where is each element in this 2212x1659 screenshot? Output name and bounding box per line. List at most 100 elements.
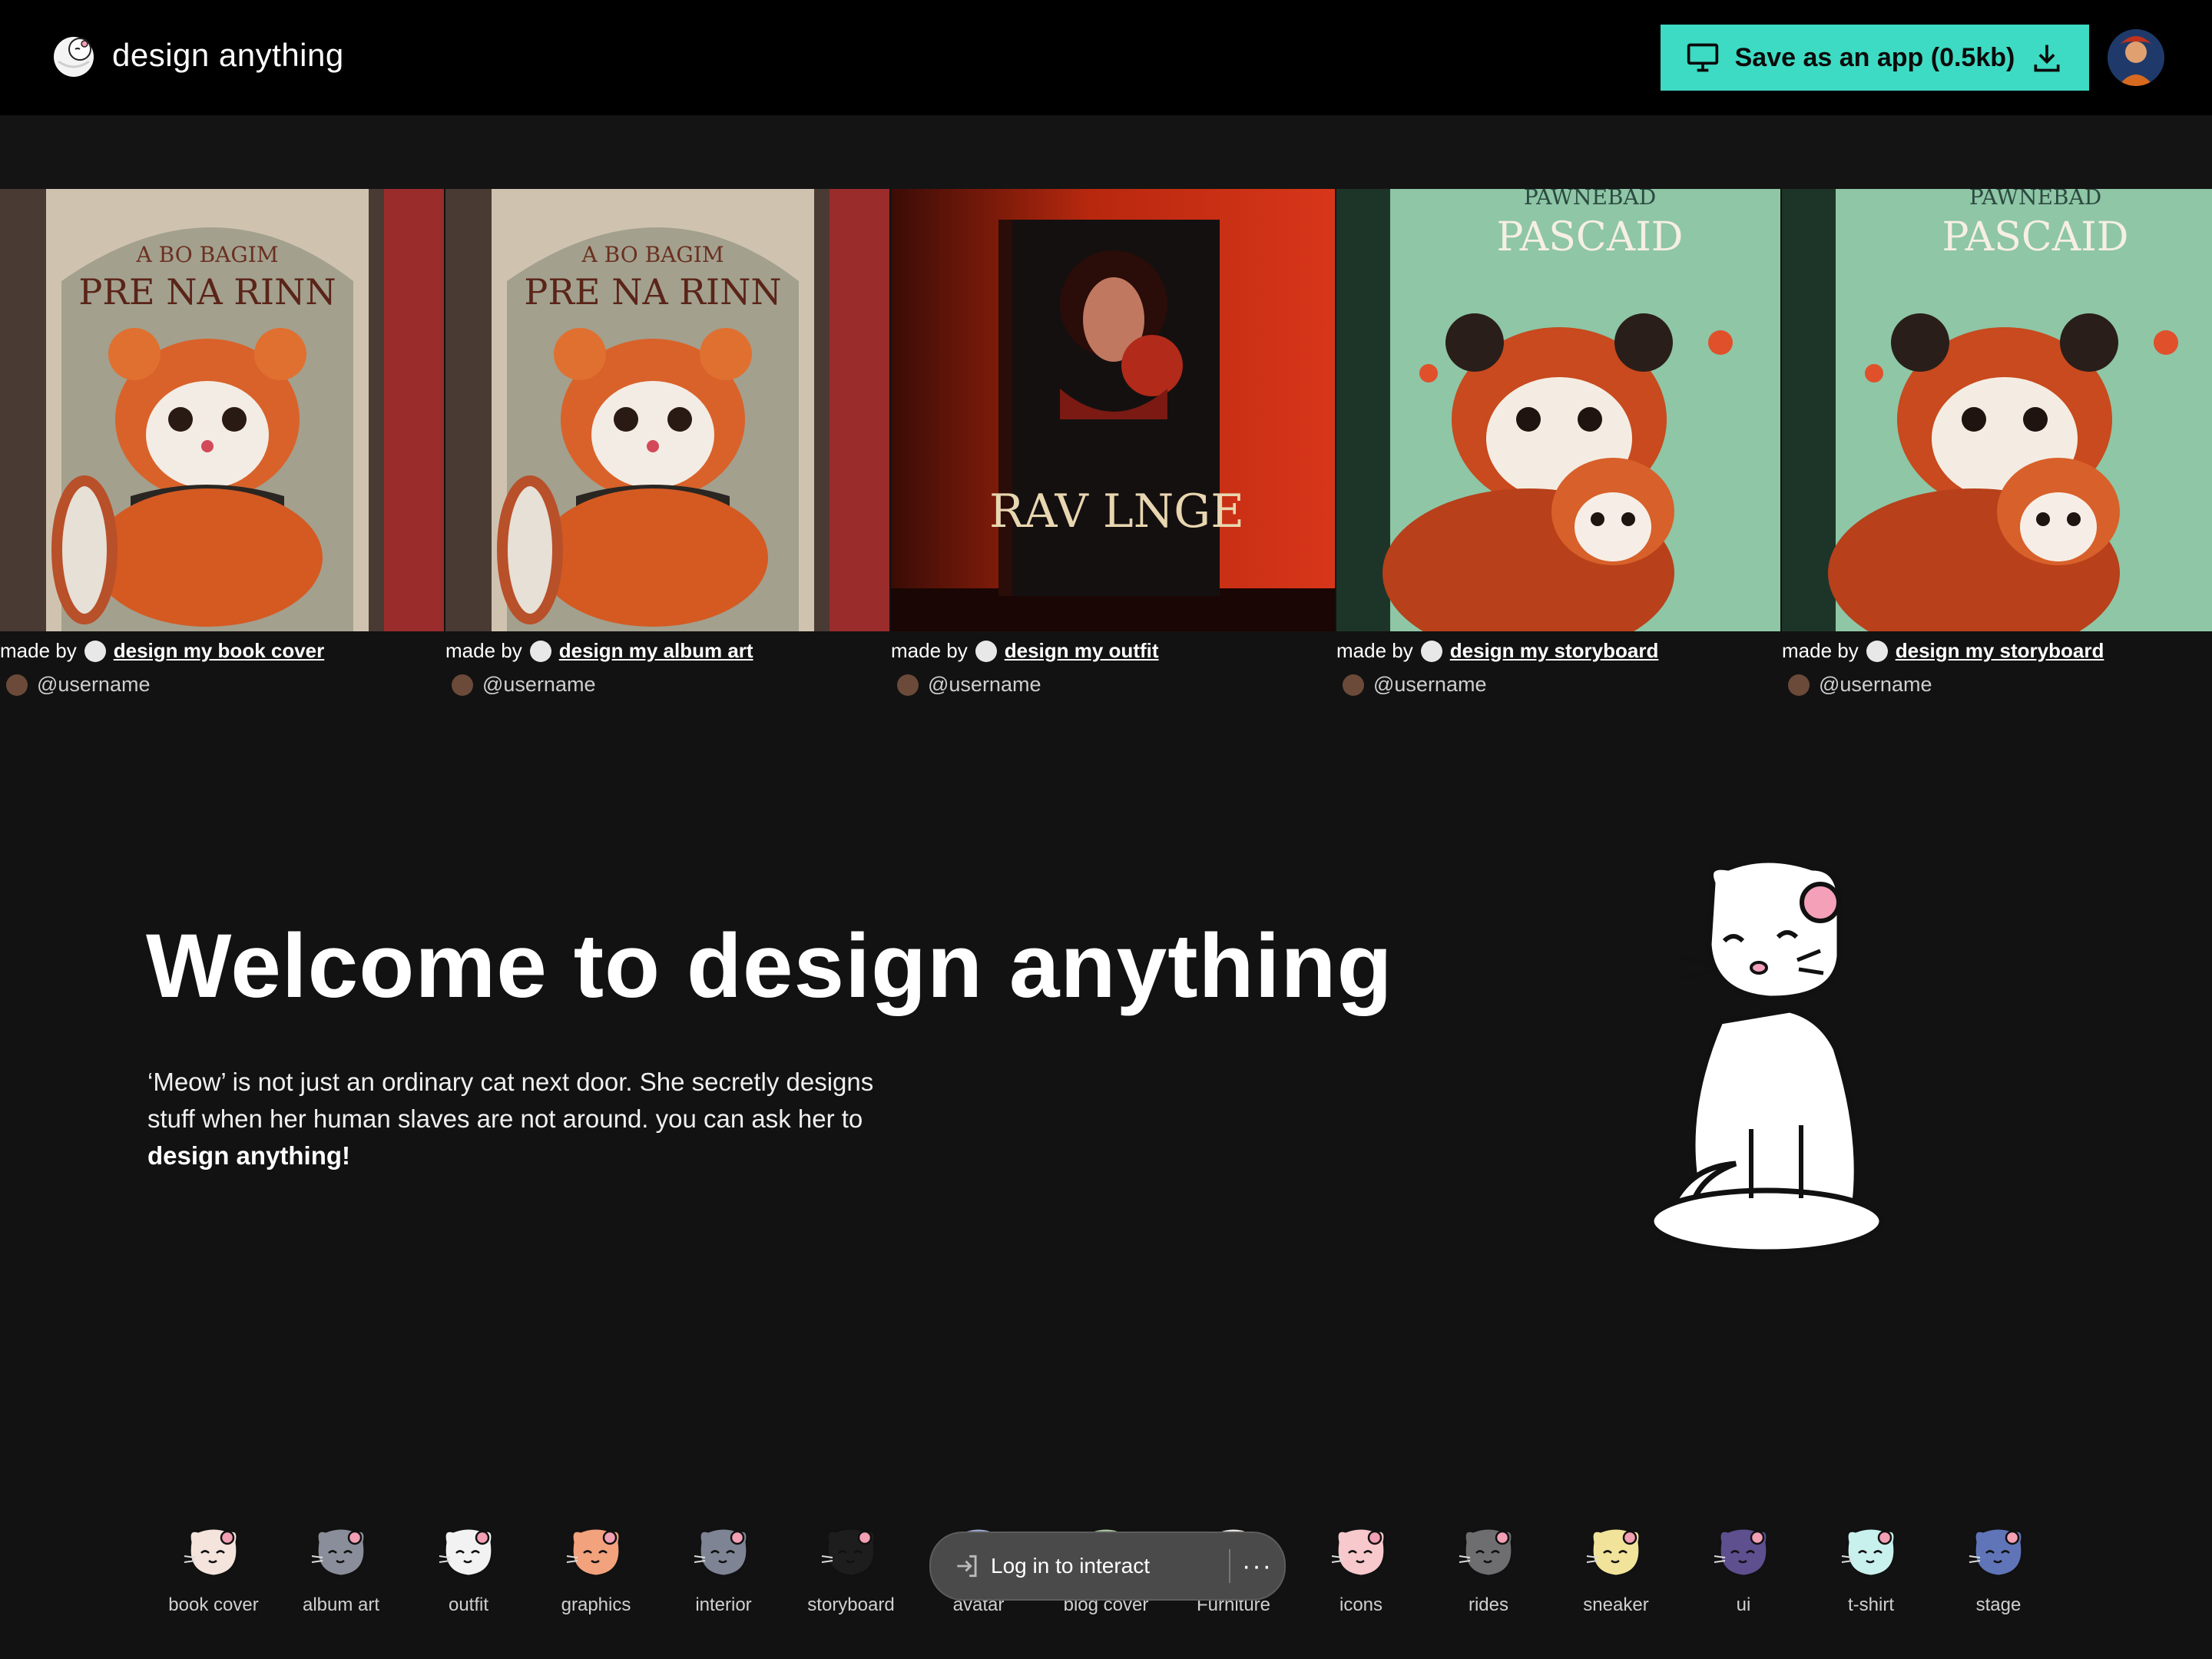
author-line: @username <box>1788 673 1932 697</box>
made-by-label: made by <box>0 639 77 662</box>
category-item[interactable]: stage <box>1935 1505 2062 1616</box>
username[interactable]: @username <box>1373 673 1486 697</box>
gallery-thumbnail[interactable]: PAWNEBAD PASCAID <box>1336 189 1780 631</box>
category-label: outfit <box>448 1594 489 1615</box>
category-label: album art <box>302 1594 380 1615</box>
author-line: @username <box>1343 673 1486 697</box>
cat-face-icon <box>1714 1527 1769 1578</box>
username[interactable]: @username <box>37 673 150 697</box>
user-avatar-icon <box>452 674 473 696</box>
red-panda-storyboard-image: PAWNEBAD PASCAID <box>1782 189 2212 631</box>
category-label: sneaker <box>1583 1594 1649 1615</box>
brand-name: design anything <box>112 37 344 73</box>
hero-description-text: ‘Meow’ is not just an ordinary cat next … <box>147 1068 874 1133</box>
cat-face-icon <box>1841 1527 1896 1578</box>
app-link[interactable]: design my storyboard <box>1896 639 2104 663</box>
login-overlay: Log in to interact ··· <box>929 1532 1286 1601</box>
svg-text:A BO BAGIM: A BO BAGIM <box>581 242 724 267</box>
log-in-button[interactable]: Log in to interact <box>931 1533 1229 1599</box>
made-by-label: made by <box>1336 639 1413 662</box>
category-label: icons <box>1339 1594 1383 1615</box>
made-by-label: made by <box>1782 639 1859 662</box>
brand[interactable]: design anything <box>49 31 344 80</box>
red-panda-album-image: A BO BAGIM PRE NA RINN <box>445 189 889 631</box>
save-as-app-label: Save as an app (0.5kb) <box>1734 42 2015 72</box>
svg-text:PAWNEBAD: PAWNEBAD <box>1969 189 2101 210</box>
gallery-card[interactable]: A BO BAGIM PRE NA RINN made by design my… <box>0 189 444 727</box>
meow-cat-illustration <box>1648 860 1885 1255</box>
gallery-card[interactable]: PAWNEBAD PASCAID made by design my story… <box>1782 189 2212 727</box>
made-by-line: made by design my outfit <box>891 639 1159 663</box>
app-cat-icon <box>975 640 997 662</box>
category-item[interactable]: book cover <box>150 1505 277 1616</box>
gallery-card[interactable]: RAV LNGE made by design my outfit @usern… <box>891 189 1335 727</box>
cat-face-icon <box>566 1527 621 1578</box>
svg-text:PAWNEBAD: PAWNEBAD <box>1524 189 1656 210</box>
svg-text:PASCAID: PASCAID <box>1497 214 1684 260</box>
gallery-card[interactable]: PAWNEBAD PASCAID made by design my story… <box>1336 189 1780 727</box>
username[interactable]: @username <box>1819 673 1932 697</box>
hero-description: ‘Meow’ is not just an ordinary cat next … <box>147 1064 923 1174</box>
more-options-button[interactable]: ··· <box>1230 1551 1284 1581</box>
cat-face-icon <box>184 1527 239 1578</box>
download-icon <box>2034 45 2060 72</box>
gallery-card[interactable]: A BO BAGIM PRE NA RINN made by design my… <box>445 189 889 727</box>
monitor-icon <box>1687 43 1718 72</box>
avatar-image <box>2108 29 2164 86</box>
cat-face-icon <box>311 1527 366 1578</box>
dark-book-outfit-image: RAV LNGE <box>891 189 1335 631</box>
made-by-line: made by design my storyboard <box>1782 639 2104 663</box>
gallery-thumbnail[interactable]: PAWNEBAD PASCAID <box>1782 189 2212 631</box>
cat-face-icon <box>821 1527 876 1578</box>
gallery-thumbnail[interactable]: A BO BAGIM PRE NA RINN <box>0 189 444 631</box>
gallery-thumbnail[interactable]: RAV LNGE <box>891 189 1335 631</box>
category-item[interactable]: sneaker <box>1552 1505 1680 1616</box>
user-avatar[interactable] <box>2108 29 2164 86</box>
app-link[interactable]: design my album art <box>559 639 753 663</box>
category-label: t-shirt <box>1848 1594 1894 1615</box>
svg-text:A BO BAGIM: A BO BAGIM <box>136 242 279 267</box>
category-label: book cover <box>168 1594 259 1615</box>
user-avatar-icon <box>1343 674 1364 696</box>
category-item[interactable]: icons <box>1297 1505 1425 1616</box>
svg-text:PRE NA RINN: PRE NA RINN <box>524 271 781 313</box>
category-item[interactable]: interior <box>660 1505 787 1616</box>
user-avatar-icon <box>897 674 919 696</box>
app-cat-icon <box>1866 640 1888 662</box>
category-item[interactable]: graphics <box>532 1505 660 1616</box>
category-item[interactable]: ui <box>1680 1505 1807 1616</box>
app-cat-icon <box>529 640 551 662</box>
log-in-label: Log in to interact <box>991 1554 1151 1578</box>
category-label: stage <box>1975 1594 2022 1615</box>
red-panda-book-image: A BO BAGIM PRE NA RINN <box>0 189 444 631</box>
gallery-thumbnail[interactable]: A BO BAGIM PRE NA RINN <box>445 189 889 631</box>
save-as-app-button[interactable]: Save as an app (0.5kb) <box>1661 25 2089 91</box>
author-line: @username <box>452 673 595 697</box>
category-item[interactable]: t-shirt <box>1807 1505 1935 1616</box>
username[interactable]: @username <box>482 673 595 697</box>
app-link[interactable]: design my book cover <box>114 639 325 663</box>
header-spacer <box>0 115 2212 189</box>
made-by-line: made by design my album art <box>445 639 753 663</box>
svg-text:PASCAID: PASCAID <box>1942 214 2129 260</box>
category-item[interactable]: album art <box>277 1505 405 1616</box>
category-item[interactable]: outfit <box>405 1505 532 1616</box>
cat-face-icon <box>1969 1527 2024 1578</box>
author-line: @username <box>6 673 150 697</box>
cat-face-icon <box>1459 1527 1514 1578</box>
cat-face-icon <box>1331 1527 1386 1578</box>
app-link[interactable]: design my storyboard <box>1450 639 1659 663</box>
made-by-label: made by <box>445 639 522 662</box>
username[interactable]: @username <box>928 673 1041 697</box>
category-label: graphics <box>561 1594 631 1615</box>
svg-text:RAV LNGE: RAV LNGE <box>989 485 1244 538</box>
hero-description-bold: design anything! <box>147 1141 350 1170</box>
category-label: rides <box>1468 1594 1509 1615</box>
red-panda-storyboard-image: PAWNEBAD PASCAID <box>1336 189 1780 631</box>
app-cat-icon <box>1420 640 1442 662</box>
app-link[interactable]: design my outfit <box>1005 639 1159 663</box>
category-item[interactable]: rides <box>1425 1505 1552 1616</box>
made-by-line: made by design my storyboard <box>1336 639 1658 663</box>
category-item[interactable]: storyboard <box>787 1505 915 1616</box>
made-by-label: made by <box>891 639 968 662</box>
